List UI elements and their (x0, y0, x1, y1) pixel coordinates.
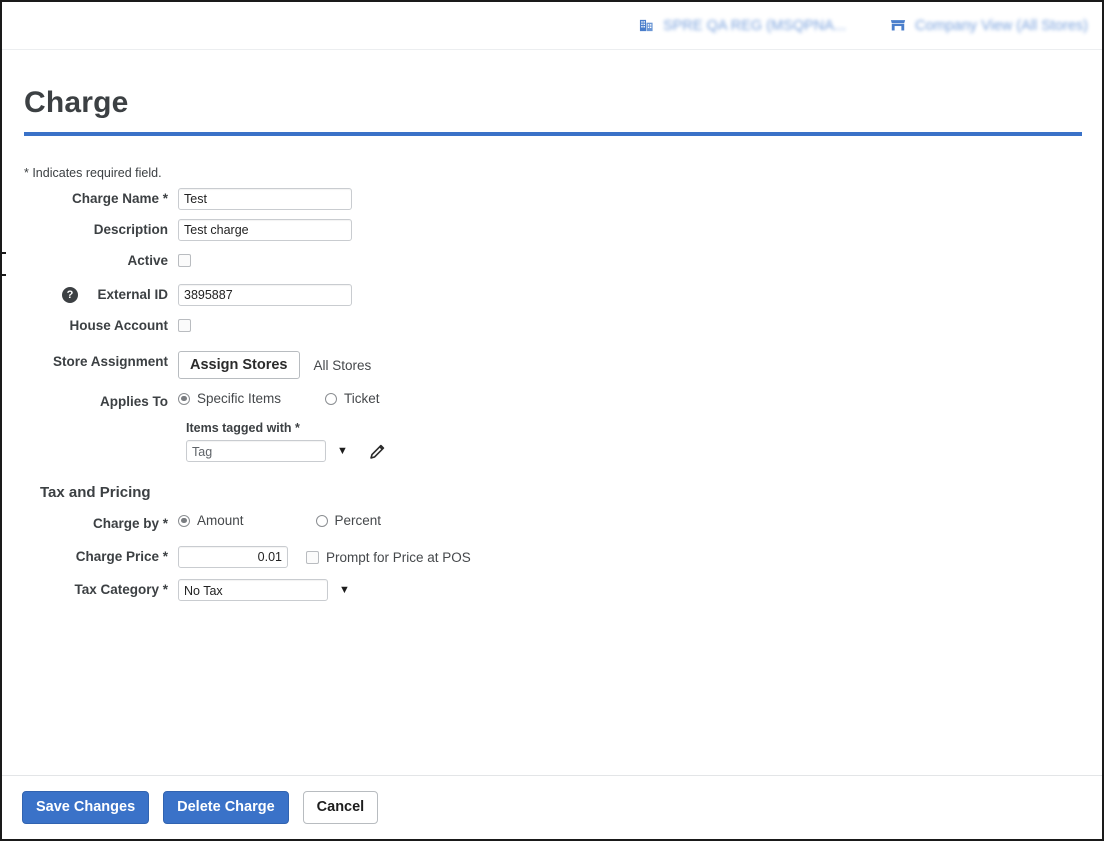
field-row-active: Active (2, 250, 1102, 272)
description-label: Description (93, 222, 168, 237)
field-row-tax-category: Tax Category * No Tax ▼ (2, 579, 1102, 601)
field-row-charge-name: Charge Name * (2, 188, 1102, 210)
field-row-external-id: ? External ID (2, 284, 1102, 306)
prompt-for-price-checkbox[interactable] (306, 550, 319, 564)
prompt-for-price-label: Prompt for Price at POS (326, 549, 471, 565)
field-row-store-assignment: Store Assignment Assign Stores All Store… (2, 351, 1102, 379)
prompt-for-price-at-pos-option[interactable]: Prompt for Price at POS (306, 550, 471, 565)
field-row-applies-to: Applies To Specific Items Ticket (2, 391, 1102, 413)
required-field-note: * Indicates required field. (24, 166, 162, 180)
chevron-down-icon[interactable]: ▼ (337, 445, 348, 457)
external-id-label: External ID (97, 287, 168, 302)
top-context-bar: SPRE QA REG (MSQPNA... Company View (All… (2, 2, 1102, 50)
store-assignment-status: All Stores (313, 357, 372, 373)
active-label: Active (127, 253, 168, 268)
store-view-selector[interactable]: Company View (All Stores) (890, 18, 1088, 34)
delete-charge-button[interactable]: Delete Charge (163, 791, 289, 824)
page-title: Charge (24, 86, 129, 119)
charge-by-radio-percent[interactable]: Percent (315, 513, 382, 528)
charge-by-label: Charge by * (92, 516, 168, 531)
radio-indicator (315, 514, 328, 527)
tax-category-label: Tax Category * (74, 582, 168, 597)
radio-indicator (178, 392, 190, 405)
help-circle-icon[interactable]: ? (62, 287, 78, 303)
applies-to-label: Applies To (99, 394, 168, 409)
radio-label: Percent (334, 513, 382, 528)
charge-name-label: Charge Name * (71, 191, 168, 206)
page-header: Charge (24, 88, 1084, 136)
external-id-input[interactable] (178, 284, 352, 306)
charge-form: Charge Name * Description Active ? Exter… (2, 188, 1102, 610)
tax-and-pricing-heading: Tax and Pricing (40, 484, 151, 501)
radio-indicator (325, 392, 338, 405)
description-input[interactable] (178, 219, 352, 241)
house-account-label: House Account (69, 318, 168, 333)
items-tagged-with-select[interactable]: Tag (186, 440, 326, 462)
charge-name-input[interactable] (178, 188, 352, 210)
field-row-items-tagged-with: Items tagged with * Tag ▼ (2, 421, 1102, 462)
radio-label: Amount (197, 513, 244, 528)
radio-indicator (178, 514, 190, 527)
radio-label: Ticket (344, 391, 380, 406)
applies-to-radio-ticket[interactable]: Ticket (325, 391, 380, 406)
tax-category-select[interactable]: No Tax (178, 579, 328, 601)
field-row-description: Description (2, 219, 1102, 241)
region-selector-label: SPRE QA REG (MSQPNA... (663, 17, 846, 34)
form-action-bar: Save Changes Delete Charge Cancel (2, 775, 1102, 839)
pencil-icon[interactable] (368, 442, 387, 461)
title-underline (24, 132, 1082, 136)
charge-page: SPRE QA REG (MSQPNA... Company View (All… (0, 0, 1104, 841)
building-icon (639, 18, 654, 33)
field-row-charge-by: Charge by * Amount Percent (2, 513, 1102, 535)
region-selector[interactable]: SPRE QA REG (MSQPNA... (639, 18, 846, 34)
store-view-selector-label: Company View (All Stores) (915, 17, 1088, 34)
storefront-icon (890, 18, 906, 33)
items-tagged-with-label: Items tagged with * (186, 421, 300, 435)
field-row-house-account: House Account (2, 315, 1102, 337)
assign-stores-button[interactable]: Assign Stores (178, 351, 300, 379)
active-checkbox[interactable] (178, 254, 191, 267)
charge-by-radio-amount[interactable]: Amount (178, 513, 244, 528)
cancel-button[interactable]: Cancel (302, 791, 379, 824)
charge-price-input[interactable] (178, 546, 288, 568)
applies-to-radio-specific-items[interactable]: Specific Items (178, 391, 281, 406)
field-row-charge-price: Charge Price * Prompt for Price at POS (2, 546, 1102, 568)
store-assignment-label: Store Assignment (52, 354, 168, 369)
save-changes-button[interactable]: Save Changes (22, 791, 150, 824)
house-account-checkbox[interactable] (178, 319, 191, 332)
radio-label: Specific Items (197, 391, 282, 406)
charge-price-label: Charge Price * (75, 549, 168, 564)
chevron-down-icon[interactable]: ▼ (339, 584, 350, 596)
